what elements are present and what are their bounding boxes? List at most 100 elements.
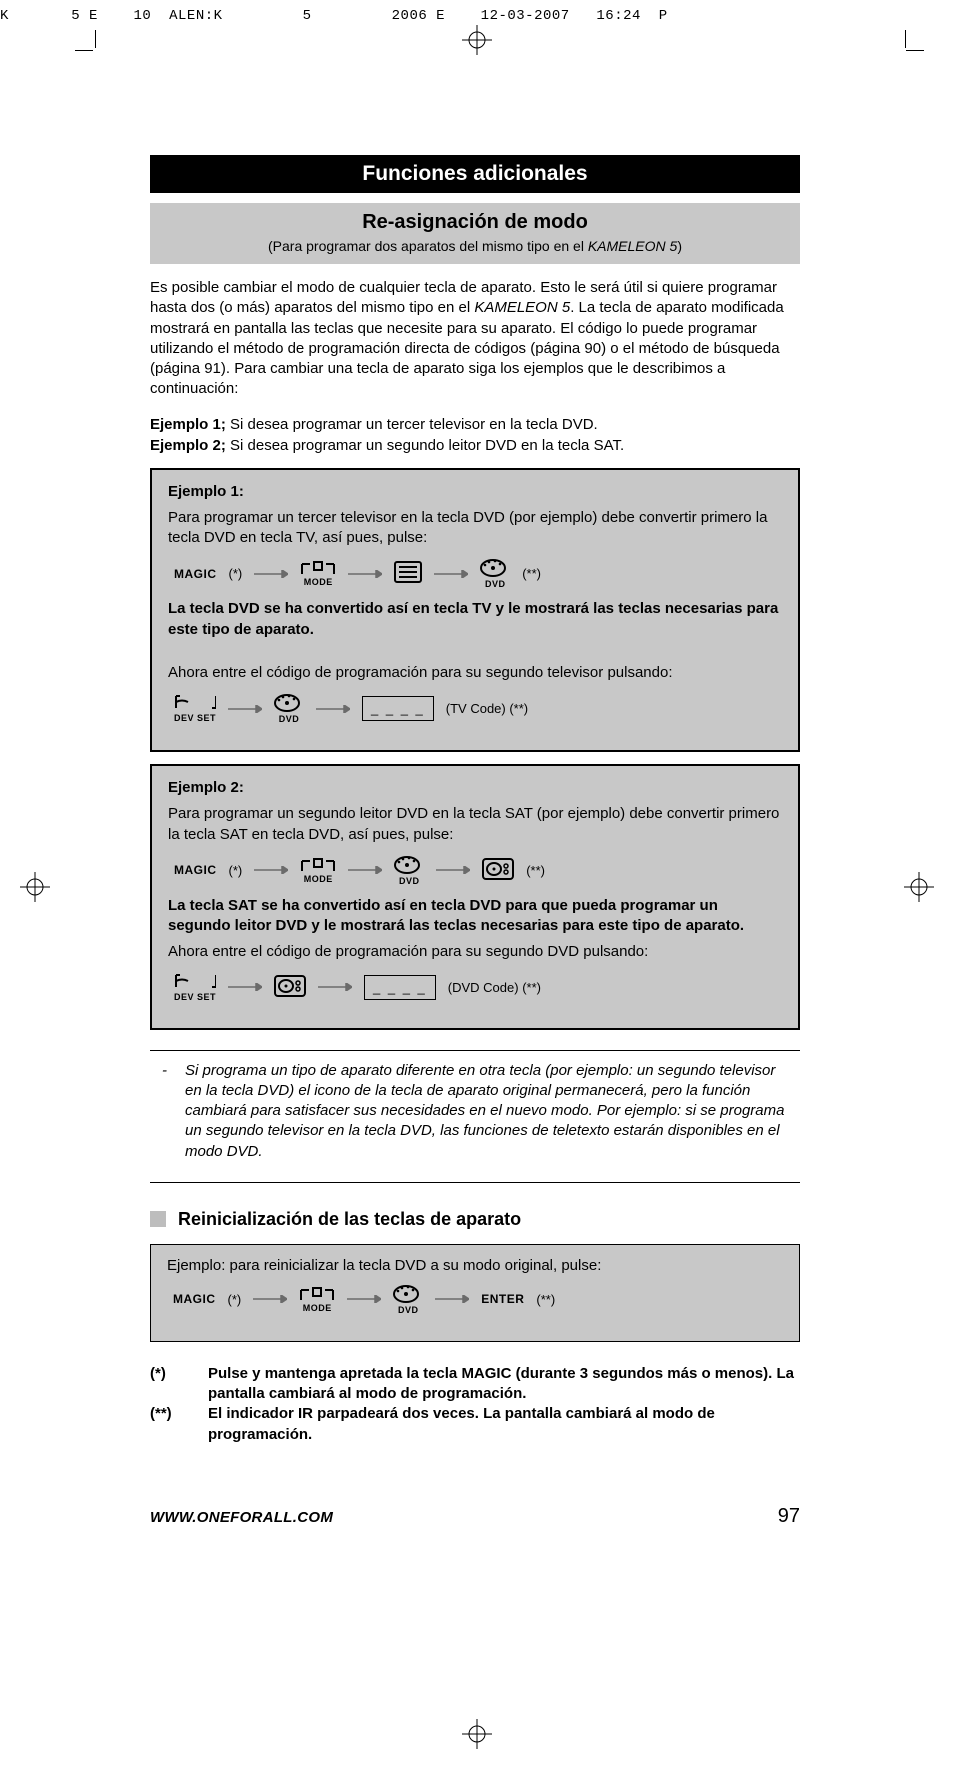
footnote-marker: (*) xyxy=(228,1292,242,1307)
code-entry-box: _ _ _ _ xyxy=(362,696,434,721)
mode-icon: MODE xyxy=(299,1286,335,1313)
dvd-icon: DVD xyxy=(393,1284,423,1315)
page-footer: WWW.ONEFORALL.COM 97 xyxy=(150,1505,800,1528)
text-bold: Ejemplo 1; xyxy=(150,416,226,433)
footnote-text: Pulse y mantenga apretada la tecla MAGIC… xyxy=(208,1364,800,1405)
mode-icon: MODE xyxy=(300,857,336,884)
page-number: 97 xyxy=(778,1505,800,1528)
text: ) xyxy=(677,238,682,254)
code-hint: (DVD Code) (**) xyxy=(448,980,541,995)
bullet-dash: - xyxy=(162,1061,167,1162)
example-text: Para programar un segundo leitor DVD en … xyxy=(168,804,782,845)
footnote-text: El indicador IR parpadeará dos veces. La… xyxy=(208,1404,800,1445)
key-sequence: MAGIC (*) MODE DVD (**) xyxy=(174,558,782,589)
separator xyxy=(150,1050,800,1051)
footnotes: (*) Pulse y mantenga apretada la tecla M… xyxy=(150,1364,800,1445)
example-title: Ejemplo 2: xyxy=(168,779,244,796)
arrow-icon xyxy=(316,705,350,713)
arrow-icon xyxy=(228,705,262,713)
arrow-icon xyxy=(318,983,352,991)
example-2-box: Ejemplo 2: Para programar un segundo lei… xyxy=(150,764,800,1030)
key-sequence: DEV SET _ _ _ _ (DVD Code) (**) xyxy=(174,973,782,1002)
key-sequence: DEV SET DVD _ _ _ _ (TV Code) (**) xyxy=(174,693,782,724)
key-sequence: MAGIC (*) MODE DVD (**) xyxy=(174,855,782,886)
examples-intro: Ejemplo 1; Si desea programar un tercer … xyxy=(150,414,800,456)
arrow-icon xyxy=(434,570,468,578)
footnote-marker: (**) xyxy=(522,566,541,581)
enter-label: ENTER xyxy=(481,1292,524,1306)
mode-icon: MODE xyxy=(300,560,336,587)
devset-label: DEV SET xyxy=(174,713,216,723)
registration-mark-icon xyxy=(20,872,50,906)
example-result: La tecla DVD se ha convertido así en tec… xyxy=(168,599,782,640)
mode-label: MODE xyxy=(304,577,333,587)
text-italic: KAMELEON 5 xyxy=(588,238,677,254)
example-text: Ahora entre el código de programación pa… xyxy=(168,942,782,962)
registration-mark-icon xyxy=(904,872,934,906)
example-text: Ahora entre el código de programación pa… xyxy=(168,663,782,683)
text: Si desea programar un tercer televisor e… xyxy=(226,416,598,433)
menu-icon xyxy=(394,561,422,586)
section-heading: Reinicialización de las teclas de aparat… xyxy=(150,1209,800,1230)
footnote-marker: (*) xyxy=(229,863,243,878)
body-paragraph: Es posible cambiar el modo de cualquier … xyxy=(150,278,800,400)
dvd-icon: DVD xyxy=(480,558,510,589)
dvd-label: DVD xyxy=(399,876,420,886)
magic-label: MAGIC xyxy=(173,1292,216,1306)
arrow-icon xyxy=(348,570,382,578)
arrow-icon xyxy=(254,866,288,874)
reinit-text: Ejemplo: para reinicializar la tecla DVD… xyxy=(167,1257,783,1274)
dvd-label: DVD xyxy=(279,714,300,724)
devset-label: DEV SET xyxy=(174,992,216,1002)
mode-label: MODE xyxy=(304,874,333,884)
registration-mark-icon xyxy=(462,25,492,59)
magic-label: MAGIC xyxy=(174,863,217,877)
section-title: Reinicialización de las teclas de aparat… xyxy=(178,1209,521,1230)
text-italic: KAMELEON 5 xyxy=(474,299,570,316)
footnote-symbol: (*) xyxy=(150,1364,190,1405)
key-sequence: MAGIC (*) MODE DVD ENTER (**) xyxy=(173,1284,783,1315)
section-banner: Funciones adicionales xyxy=(150,155,800,193)
example-result: La tecla SAT se ha convertido así en tec… xyxy=(168,896,782,937)
subsection-para: (Para programar dos aparatos del mismo t… xyxy=(164,238,786,254)
arrow-icon xyxy=(228,983,262,991)
registration-mark-icon xyxy=(462,1719,492,1753)
dvd-icon: DVD xyxy=(394,855,424,886)
subsection-title: Re-asignación de modo xyxy=(164,211,786,234)
example-1-box: Ejemplo 1: Para programar un tercer tele… xyxy=(150,468,800,753)
sat-icon xyxy=(274,975,306,1000)
dvd-label: DVD xyxy=(485,579,506,589)
subsection-banner: Re-asignación de modo (Para programar do… xyxy=(150,203,800,264)
devset-icon: DEV SET xyxy=(174,973,216,1002)
sat-icon xyxy=(482,858,514,883)
text: Si desea programar un segundo leitor DVD… xyxy=(226,437,624,454)
footnote-marker: (**) xyxy=(526,863,545,878)
dvd-label: DVD xyxy=(398,1305,419,1315)
example-text: Para programar un tercer televisor en la… xyxy=(168,508,782,549)
example-title: Ejemplo 1: xyxy=(168,483,244,500)
magic-label: MAGIC xyxy=(174,567,217,581)
devset-icon: DEV SET xyxy=(174,694,216,723)
footnote-marker: (*) xyxy=(229,566,243,581)
separator xyxy=(150,1182,800,1183)
code-hint: (TV Code) (**) xyxy=(446,701,528,716)
arrow-icon xyxy=(435,1295,469,1303)
mode-label: MODE xyxy=(303,1303,332,1313)
code-entry-box: _ _ _ _ xyxy=(364,975,436,1000)
square-bullet-icon xyxy=(150,1211,166,1227)
arrow-icon xyxy=(436,866,470,874)
text: (Para programar dos aparatos del mismo t… xyxy=(268,238,588,254)
text-bold: Ejemplo 2; xyxy=(150,437,226,454)
footnote-marker: (**) xyxy=(536,1292,555,1307)
arrow-icon xyxy=(347,1295,381,1303)
arrow-icon xyxy=(254,570,288,578)
footer-url: WWW.ONEFORALL.COM xyxy=(150,1509,333,1526)
dvd-icon: DVD xyxy=(274,693,304,724)
arrow-icon xyxy=(348,866,382,874)
note-text: Si programa un tipo de aparato diferente… xyxy=(185,1061,788,1162)
note-block: - Si programa un tipo de aparato diferen… xyxy=(150,1061,800,1162)
reinit-box: Ejemplo: para reinicializar la tecla DVD… xyxy=(150,1244,800,1342)
arrow-icon xyxy=(253,1295,287,1303)
print-header-meta: K 5 E 10 ALEN:K 5 2006 E 12-03-2007 16:2… xyxy=(0,8,954,24)
footnote-symbol: (**) xyxy=(150,1404,190,1445)
